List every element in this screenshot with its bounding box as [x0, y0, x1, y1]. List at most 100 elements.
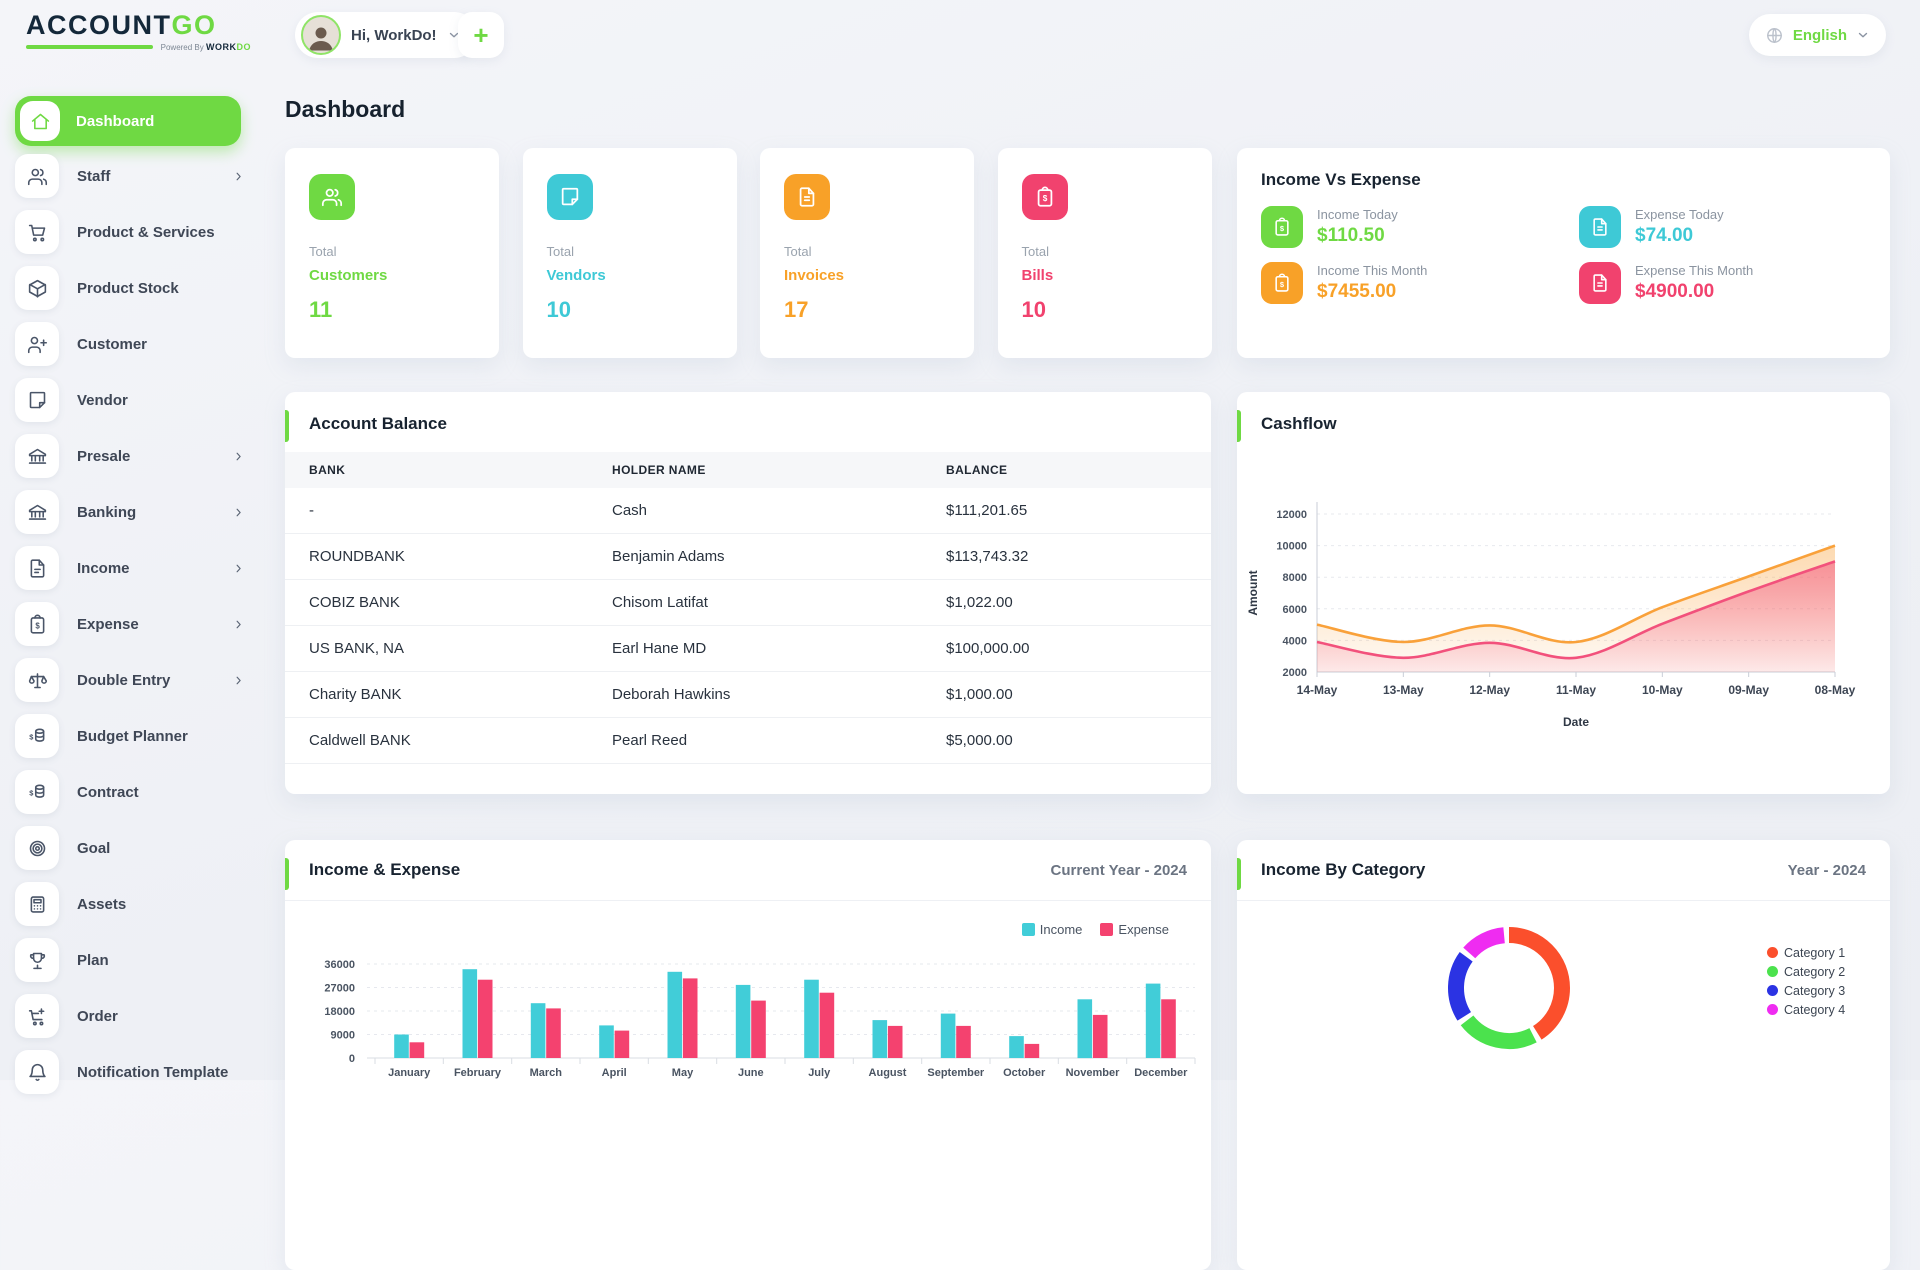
svg-text:4000: 4000: [1283, 635, 1307, 647]
sidebar-item-double-entry[interactable]: Double Entry: [15, 658, 255, 702]
file-text-icon: [15, 546, 59, 590]
svg-text:36000: 36000: [324, 959, 355, 971]
sidebar-item-label: Assets: [77, 896, 126, 913]
avatar: [301, 15, 341, 55]
sidebar-item-assets[interactable]: Assets: [15, 882, 255, 926]
income-vs-expense-card: Income Vs Expense $Income Today$110.50 $I…: [1237, 148, 1890, 358]
income-by-category-card: Income By Category Year - 2024 Category …: [1237, 840, 1890, 1270]
svg-text:13-May: 13-May: [1383, 683, 1424, 697]
income-vs-expense-title: Income Vs Expense: [1261, 170, 1866, 190]
powered-by-label: Powered By WORKDO: [161, 42, 251, 52]
svg-text:$: $: [29, 732, 34, 741]
column-header-balance: BALANCE: [922, 452, 1211, 488]
file-invoice-icon: [784, 174, 830, 220]
income-expense-card-head: Income & Expense Current Year - 2024: [285, 840, 1211, 901]
cart-icon: [15, 210, 59, 254]
stat-value: 11: [309, 297, 475, 323]
svg-text:March: March: [530, 1067, 563, 1079]
table-cell: COBIZ BANK: [285, 580, 588, 626]
quick-add-button[interactable]: +: [458, 12, 504, 58]
svg-text:September: September: [927, 1067, 985, 1079]
account-balance-card: Account Balance BANKHOLDER NAMEBALANCE-C…: [285, 392, 1211, 794]
sidebar-item-dashboard[interactable]: Dashboard: [15, 96, 241, 146]
stat-prefix: Total: [784, 244, 950, 259]
sidebar-item-contract[interactable]: $ Contract: [15, 770, 255, 814]
svg-text:$: $: [1280, 224, 1285, 233]
column-header-holder-name: HOLDER NAME: [588, 452, 922, 488]
sidebar-item-banking[interactable]: Banking: [15, 490, 255, 534]
table-cell: Chisom Latifat: [588, 580, 922, 626]
chevron-right-icon: [232, 170, 245, 183]
svg-text:$: $: [1042, 194, 1047, 203]
sidebar-item-expense[interactable]: $Expense: [15, 602, 255, 646]
file-invoice-icon: [1579, 262, 1621, 304]
svg-text:10-May: 10-May: [1642, 683, 1683, 697]
trophy-icon: [15, 938, 59, 982]
ive-stat-income-today: $Income Today$110.50: [1261, 206, 1579, 248]
sidebar-item-label: Vendor: [77, 392, 128, 409]
ive-stat-income-this-month: $Income This Month$7455.00: [1261, 262, 1579, 304]
sidebar-item-product-services[interactable]: Product & Services: [15, 210, 255, 254]
sidebar-item-product-stock[interactable]: Product Stock: [15, 266, 255, 310]
table-cell: Cash: [588, 488, 922, 534]
coins-dollar-icon: $: [15, 714, 59, 758]
table-cell: Charity BANK: [285, 672, 588, 718]
table-cell: Caldwell BANK: [285, 718, 588, 764]
svg-text:June: June: [738, 1067, 764, 1079]
income-by-category-period-label: Year - 2024: [1788, 862, 1866, 879]
user-menu-button[interactable]: Hi, WorkDo!: [295, 12, 477, 58]
sidebar-item-presale[interactable]: Presale: [15, 434, 255, 478]
stat-card-bills: $TotalBills10: [998, 148, 1212, 358]
user-plus-icon: [15, 322, 59, 366]
ive-stat-value: $110.50: [1317, 225, 1398, 247]
svg-text:12000: 12000: [1276, 509, 1307, 521]
sidebar-item-income[interactable]: Income: [15, 546, 255, 590]
svg-text:18000: 18000: [324, 1006, 355, 1018]
table-cell: -: [285, 488, 588, 534]
sidebar-item-goal[interactable]: Goal: [15, 826, 255, 870]
legend-item-category-1: Category 1: [1767, 943, 1845, 962]
sidebar-item-label: Budget Planner: [77, 728, 188, 745]
table-cell: $5,000.00: [922, 718, 1211, 764]
sidebar-item-label: Income: [77, 560, 130, 577]
sidebar-item-customer[interactable]: Customer: [15, 322, 255, 366]
table-cell: $1,022.00: [922, 580, 1211, 626]
ive-stat-expense-today: Expense Today$74.00: [1579, 206, 1866, 248]
ive-stat-label: Expense Today: [1635, 207, 1724, 222]
sidebar-item-budget-planner[interactable]: $ Budget Planner: [15, 714, 255, 758]
ive-stat-label: Expense This Month: [1635, 263, 1753, 278]
svg-text:14-May: 14-May: [1297, 683, 1338, 697]
clipboard-dollar-icon: $: [15, 602, 59, 646]
sidebar-item-staff[interactable]: Staff: [15, 154, 255, 198]
sidebar-item-label: Contract: [77, 784, 139, 801]
svg-text:9000: 9000: [331, 1030, 355, 1042]
bell-icon: [15, 1050, 59, 1094]
brand-tagline: Powered By WORKDO: [26, 42, 251, 52]
income-expense-chart-card: Income & Expense Current Year - 2024 Inc…: [285, 840, 1211, 1270]
table-row: COBIZ BANKChisom Latifat$1,022.00: [285, 580, 1211, 626]
cart-plus-icon: [15, 994, 59, 1038]
sidebar: Dashboard Staff Product & Services Product …: [15, 96, 265, 1106]
home-icon: [20, 101, 60, 141]
chevron-right-icon: [232, 674, 245, 687]
table-cell: Deborah Hawkins: [588, 672, 922, 718]
svg-text:27000: 27000: [324, 983, 355, 995]
language-selector[interactable]: English: [1749, 14, 1886, 56]
sidebar-item-vendor[interactable]: Vendor: [15, 378, 255, 422]
brand-logo: ACCOUNTGO Powered By WORKDO: [26, 10, 251, 52]
svg-text:December: December: [1134, 1067, 1188, 1079]
sidebar-item-plan[interactable]: Plan: [15, 938, 255, 982]
brand-name-green: GO: [172, 10, 217, 40]
sidebar-item-order[interactable]: Order: [15, 994, 255, 1038]
stat-label: Vendors: [547, 267, 713, 284]
chevron-right-icon: [232, 562, 245, 575]
table-cell: US BANK, NA: [285, 626, 588, 672]
svg-text:10000: 10000: [1276, 541, 1307, 553]
coins-dollar-icon: $: [15, 770, 59, 814]
stat-label: Bills: [1022, 267, 1188, 284]
stat-prefix: Total: [309, 244, 475, 259]
sidebar-item-label: Product & Services: [77, 224, 215, 241]
sidebar-item-label: Order: [77, 1008, 118, 1025]
sidebar-item-notification-template[interactable]: Notification Template: [15, 1050, 255, 1094]
target-icon: [15, 826, 59, 870]
